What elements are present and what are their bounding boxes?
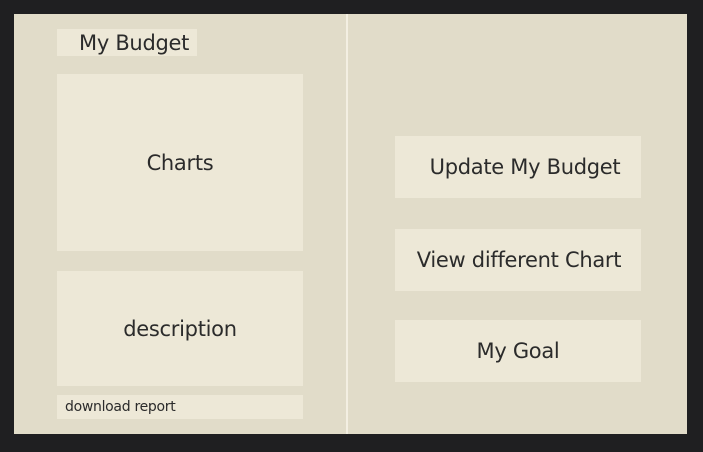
panel-divider — [346, 14, 348, 434]
charts-area: Charts — [57, 74, 303, 251]
my-goal-button[interactable]: My Goal — [395, 320, 641, 382]
app-frame: My Budget Charts description download re… — [14, 14, 687, 434]
view-chart-button[interactable]: View different Chart — [395, 229, 641, 291]
download-report-button[interactable]: download report — [57, 395, 303, 419]
update-budget-button[interactable]: Update My Budget — [395, 136, 641, 198]
description-area: description — [57, 271, 303, 386]
page-title: My Budget — [57, 29, 197, 56]
